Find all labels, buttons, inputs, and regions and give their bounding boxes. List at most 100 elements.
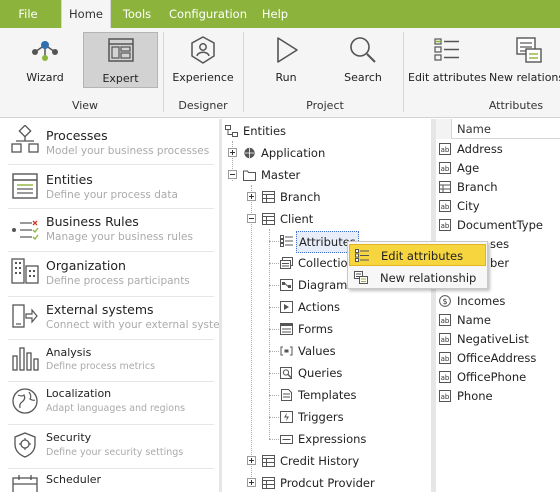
list-item-label: Age bbox=[457, 161, 480, 175]
attributes-icon bbox=[280, 235, 293, 247]
list-item[interactable]: ab Name bbox=[436, 311, 560, 330]
collapse-toggle[interactable] bbox=[228, 170, 237, 179]
wizard-button[interactable]: Wizard bbox=[12, 32, 78, 88]
list-item[interactable]: ab OfficePhone bbox=[436, 368, 560, 387]
tree-node-application[interactable]: Application bbox=[243, 143, 327, 163]
ribbon-separator bbox=[403, 32, 404, 112]
menu-configuration[interactable]: Configuration bbox=[165, 0, 251, 28]
experience-icon bbox=[191, 36, 215, 64]
list-item[interactable]: ab OfficeAddress bbox=[436, 349, 560, 368]
nav-organization[interactable]: Organization Define process participants bbox=[0, 252, 219, 296]
expand-toggle[interactable] bbox=[228, 148, 237, 157]
nav-security-title: Security bbox=[46, 431, 92, 444]
expand-toggle[interactable] bbox=[247, 456, 256, 465]
group-label-project: Project bbox=[306, 99, 344, 112]
tree-node-values[interactable]: Values bbox=[280, 341, 338, 361]
tree-node-templates[interactable]: Templates bbox=[280, 385, 358, 405]
menu-file[interactable]: File bbox=[8, 0, 48, 28]
tree-line bbox=[269, 439, 279, 440]
nav-business-rules-title: Business Rules bbox=[46, 214, 139, 229]
collapse-toggle[interactable] bbox=[247, 214, 256, 223]
ribbon: Wizard Expert View Experience Designer R… bbox=[0, 28, 560, 118]
edit-attributes-button[interactable]: Edit attributes bbox=[408, 32, 487, 88]
nav-external-systems[interactable]: External systems Connect with your exter… bbox=[0, 297, 219, 339]
nav-localization-title: Localization bbox=[46, 387, 112, 400]
text-type-icon: ab bbox=[439, 162, 451, 174]
list-item[interactable]: $ Incomes bbox=[436, 292, 560, 311]
nav-external-systems-title: External systems bbox=[46, 302, 154, 317]
tree-node-client[interactable]: Client bbox=[262, 209, 315, 229]
expand-toggle[interactable] bbox=[247, 478, 256, 487]
list-header-corner bbox=[436, 119, 452, 139]
application-icon bbox=[244, 147, 255, 159]
tree-node-master[interactable]: Master bbox=[243, 165, 302, 185]
form-icon bbox=[280, 323, 293, 335]
list-item[interactable]: ab NegativeList bbox=[436, 330, 560, 349]
nav-security-subtitle: Define your security settings bbox=[46, 447, 184, 458]
expert-label: Expert bbox=[102, 72, 139, 85]
expert-button[interactable]: Expert bbox=[83, 32, 158, 88]
list-item[interactable]: ab Age bbox=[436, 159, 560, 178]
calendar-icon bbox=[12, 475, 38, 492]
nav-security[interactable]: Security Define your security settings bbox=[0, 425, 219, 468]
group-label-attributes: Attributes bbox=[488, 99, 544, 112]
list-item[interactable]: ab Address bbox=[436, 140, 560, 159]
nav-entities[interactable]: Entities Define your process data bbox=[0, 165, 219, 208]
wizard-label: Wizard bbox=[26, 71, 64, 84]
list-item[interactable]: Branch bbox=[436, 178, 560, 197]
tree-node-expressions[interactable]: Expressions bbox=[280, 429, 368, 449]
tree-node-entities[interactable]: Entities bbox=[225, 121, 288, 141]
tree-node-actions[interactable]: Actions bbox=[280, 297, 342, 317]
experience-button[interactable]: Experience bbox=[168, 32, 238, 88]
list-item-label: Address bbox=[457, 142, 503, 156]
context-menu-new-relationship[interactable]: New relationship bbox=[349, 267, 486, 289]
ribbon-separator bbox=[163, 32, 164, 112]
tree-node-collections[interactable]: Collection bbox=[280, 253, 357, 273]
tree-node-branch[interactable]: Branch bbox=[262, 187, 323, 207]
tree-line bbox=[269, 307, 279, 308]
nav-analysis-subtitle: Define process metrics bbox=[46, 361, 156, 372]
template-icon bbox=[281, 389, 292, 401]
text-type-icon: ab bbox=[439, 200, 451, 212]
tree-node-triggers[interactable]: Triggers bbox=[280, 407, 346, 427]
context-menu-edit-attributes[interactable]: Edit attributes bbox=[349, 244, 486, 266]
edit-attributes-icon bbox=[355, 249, 369, 262]
svg-text:ab: ab bbox=[441, 336, 450, 344]
tree-node-credit-history[interactable]: Credit History bbox=[262, 451, 361, 471]
entity-icon bbox=[262, 191, 275, 203]
external-systems-icon bbox=[12, 304, 38, 328]
nav-organization-title: Organization bbox=[46, 258, 126, 273]
folder-icon bbox=[243, 170, 256, 181]
new-relationship-button[interactable]: New relationship bbox=[489, 32, 560, 88]
nav-processes[interactable]: Processes Model your business processes bbox=[0, 119, 219, 164]
list-item[interactable]: ab City bbox=[436, 197, 560, 216]
tree-node-product-provider[interactable]: Prodcut Provider bbox=[262, 473, 377, 492]
expand-toggle[interactable] bbox=[247, 192, 256, 201]
tree-node-diagrams[interactable]: Diagrams bbox=[280, 275, 355, 295]
tree-node-queries[interactable]: Queries bbox=[280, 363, 344, 383]
run-button[interactable]: Run bbox=[256, 32, 316, 88]
entities-tree: Entities Application Master Branch Clien… bbox=[222, 119, 431, 492]
list-item[interactable]: ab DocumentType bbox=[436, 216, 560, 235]
list-item-label: Incomes bbox=[457, 294, 506, 308]
nav-business-rules[interactable]: Business Rules Manage your business rule… bbox=[0, 209, 219, 251]
nav-analysis[interactable]: Analysis Define process metrics bbox=[0, 340, 219, 381]
entity-icon bbox=[262, 213, 275, 225]
menu-tools[interactable]: Tools bbox=[115, 0, 159, 28]
nav-scheduler[interactable]: Scheduler bbox=[0, 469, 219, 492]
search-button[interactable]: Search bbox=[332, 32, 394, 88]
tree-line bbox=[269, 395, 279, 396]
edit-attributes-label: Edit attributes bbox=[408, 71, 487, 84]
nav-organization-subtitle: Define process participants bbox=[46, 275, 190, 287]
menu-home[interactable]: Home bbox=[61, 0, 111, 28]
list-item-label: Branch bbox=[457, 180, 498, 194]
nav-localization[interactable]: Localization Adapt languages and regions bbox=[0, 382, 219, 424]
tree-label-credit-history: Credit History bbox=[280, 454, 360, 468]
menu-help[interactable]: Help bbox=[255, 0, 295, 28]
tree-label-product-provider: Prodcut Provider bbox=[280, 476, 375, 490]
tree-node-forms[interactable]: Forms bbox=[280, 319, 335, 339]
edit-attributes-icon bbox=[434, 38, 459, 61]
column-header-name[interactable]: Name bbox=[457, 122, 491, 136]
list-item-label: OfficePhone bbox=[457, 370, 527, 384]
list-item[interactable]: ab Phone bbox=[436, 387, 560, 406]
